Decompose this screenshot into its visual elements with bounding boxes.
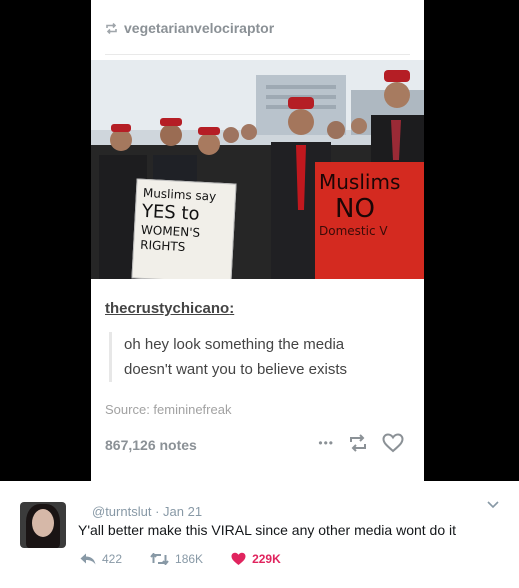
tweet-meta: @turntslut · Jan 21 [92,504,202,519]
reblog-button-icon[interactable] [348,434,368,452]
retweet-button[interactable]: 186K [150,552,203,566]
reply-count: 422 [102,552,123,566]
tweet-date[interactable]: · Jan 21 [155,504,202,519]
quoted-text: oh hey look something the media doesn't … [109,332,404,382]
reply-button[interactable]: 422 [80,552,122,566]
like-heart-icon[interactable] [382,433,404,453]
avatar-face [32,509,54,537]
sign-womens-rights: Muslims say YES to WOMEN'S RIGHTS [131,178,237,279]
commenter-username[interactable]: thecrustychicano: [105,300,234,317]
tumblr-post-card: vegetarianvelociraptor Muslims say YES t… [91,0,424,481]
tweet-text: Y'all better make this VIRAL since any o… [78,522,457,538]
retweet-icon [150,553,169,565]
sign-right-line-2: NO [335,194,375,224]
commenter-colon: : [229,300,235,317]
quote-line-1: oh hey look something the media [124,336,345,353]
more-options-icon[interactable]: ••• [318,436,334,450]
reply-icon [80,553,96,565]
tweet-handle[interactable]: @turntslut [92,504,151,519]
quote-line-2: doesn't want you to believe exists [124,361,347,378]
commenter-name[interactable]: thecrustychicano [105,300,229,317]
protest-photo[interactable]: Muslims say YES to WOMEN'S RIGHTS Muslim… [91,60,424,279]
reblog-username[interactable]: vegetarianvelociraptor [124,20,274,36]
tweet-actions: 422 186K 229K [80,552,309,566]
post-actions: ••• [318,433,404,453]
reblog-icon [106,22,117,34]
like-button[interactable]: 229K [231,552,281,566]
chevron-down-icon[interactable] [487,501,499,509]
header-divider [105,54,410,55]
sign-right-line-1: Muslims [319,170,401,194]
sign-domestic-violence: Muslims NO Domestic V [315,162,424,279]
avatar[interactable] [20,502,66,548]
tweet-card: @turntslut · Jan 21 Y'all better make th… [0,481,519,588]
sign-left-line-3: WOMEN'S RIGHTS [139,222,201,255]
sign-right-line-3: Domestic V [319,224,388,238]
like-count: 229K [252,552,281,566]
retweet-count: 186K [175,552,204,566]
heart-icon [231,552,246,565]
notes-count[interactable]: 867,126 notes [105,437,197,453]
reblog-header: vegetarianvelociraptor [105,20,274,36]
post-source[interactable]: Source: femininefreak [105,402,231,417]
